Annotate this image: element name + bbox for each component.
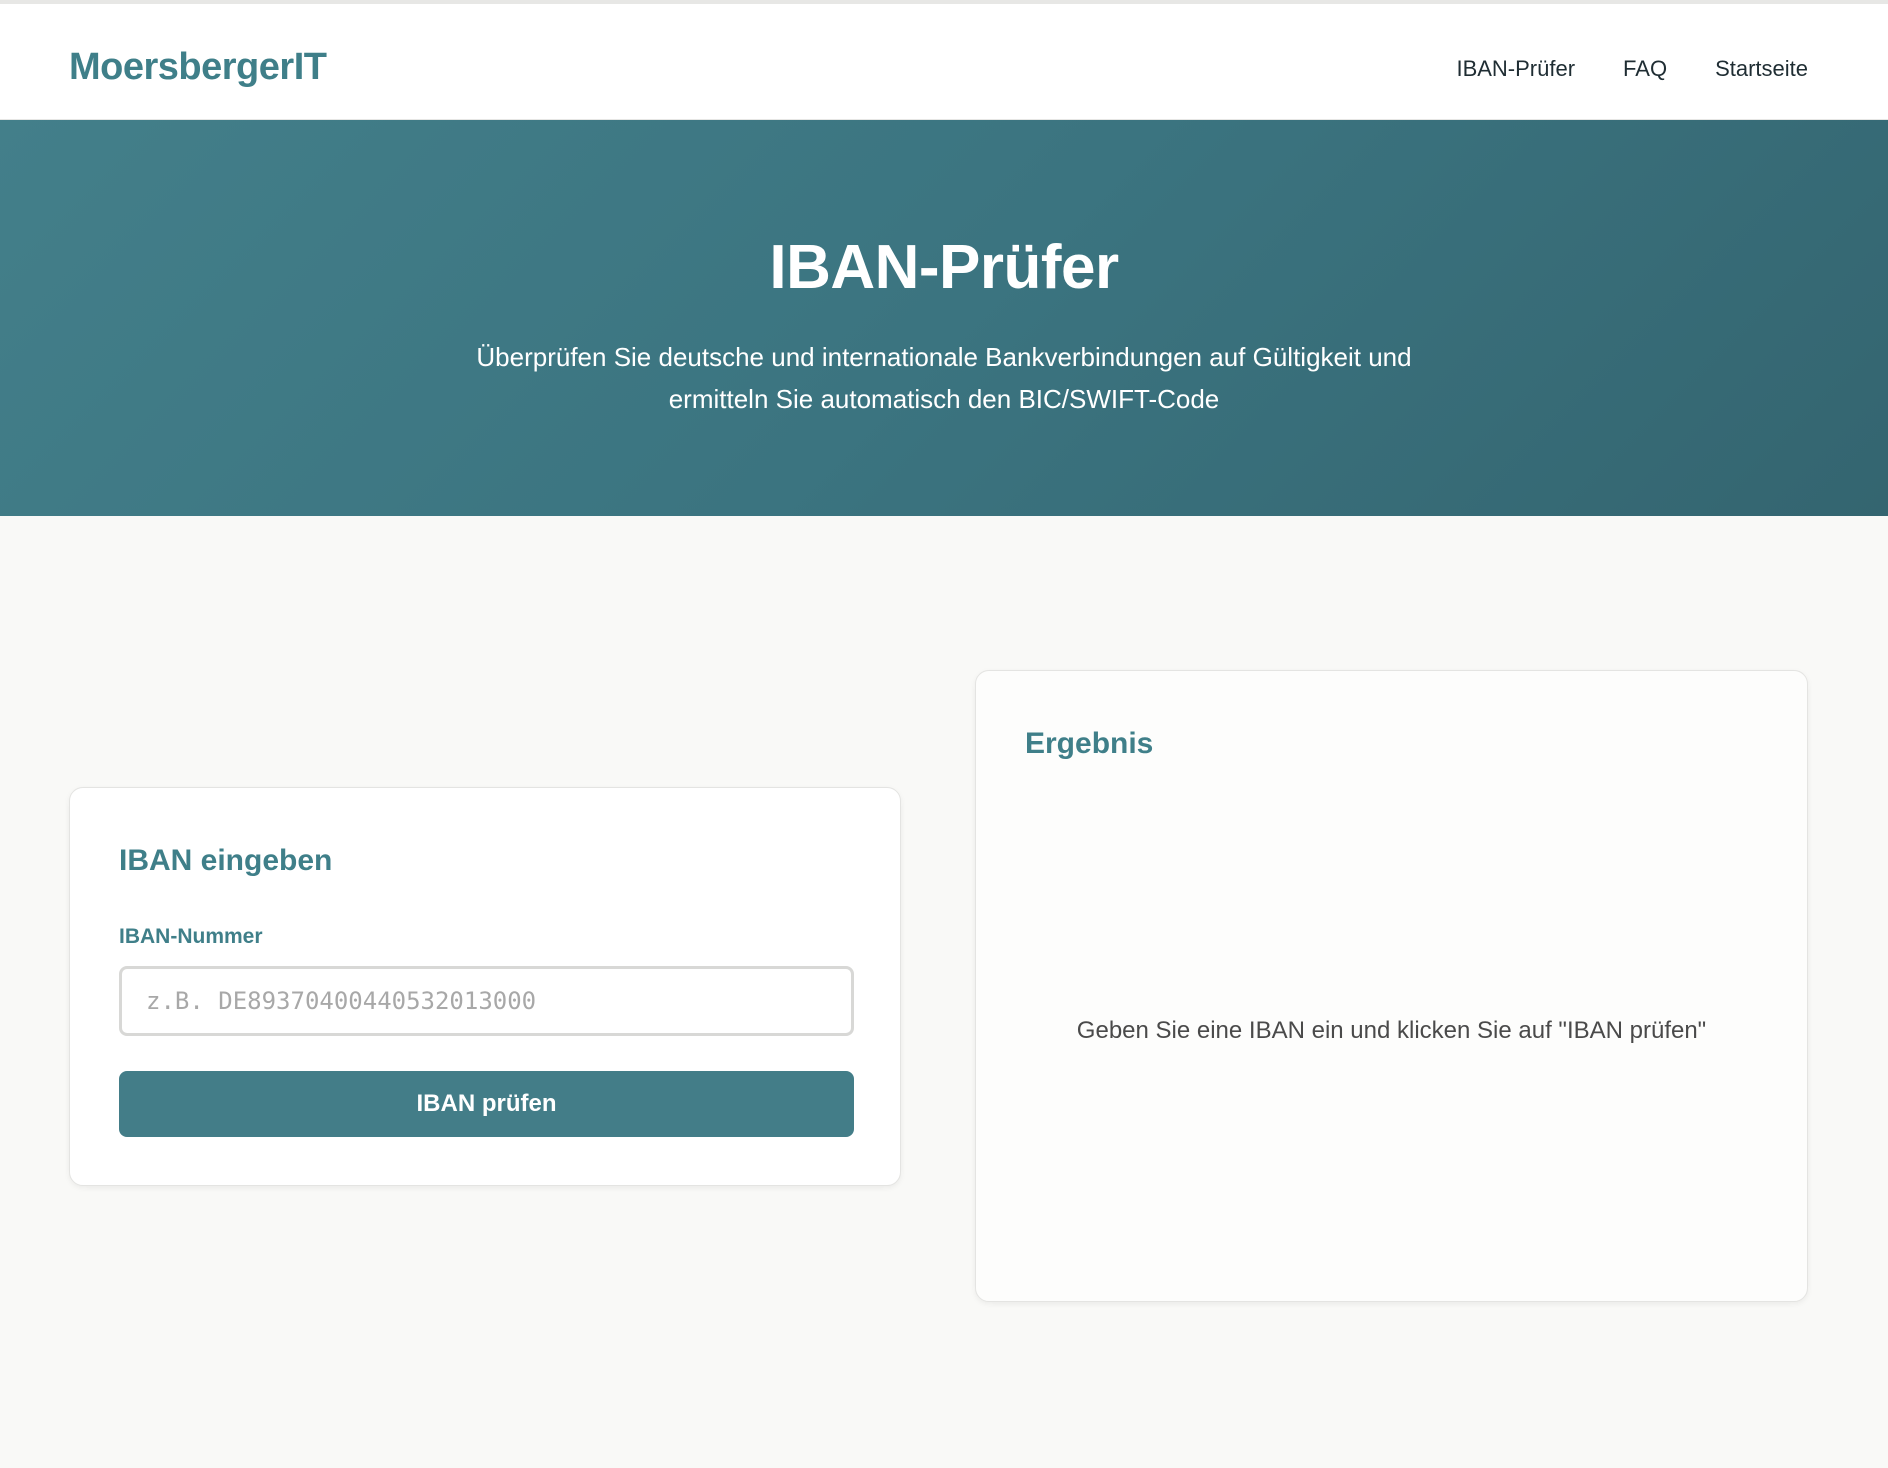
- main-nav: IBAN-Prüfer FAQ Startseite: [1456, 56, 1808, 82]
- nav-link-iban-pruefer[interactable]: IBAN-Prüfer: [1456, 56, 1575, 82]
- result-card-title: Ergebnis: [1025, 727, 1154, 760]
- iban-input-card: IBAN eingeben IBAN-Nummer IBAN prüfen: [69, 787, 901, 1186]
- hero-subtitle: Überprüfen Sie deutsche und internationa…: [476, 342, 1412, 414]
- hero-banner: IBAN-Prüfer Überprüfen Sie deutsche und …: [0, 120, 1888, 516]
- iban-input[interactable]: [119, 966, 854, 1036]
- input-card-title: IBAN eingeben: [119, 844, 333, 877]
- result-placeholder-text: Geben Sie eine IBAN ein und klicken Sie …: [1076, 1017, 1707, 1044]
- brand-logo-link[interactable]: MoersbergerIT: [69, 46, 327, 89]
- check-iban-button[interactable]: IBAN prüfen: [119, 1071, 854, 1137]
- top-navigation-bar: MoersbergerIT IBAN-Prüfer FAQ Startseite: [0, 4, 1888, 120]
- nav-link-startseite[interactable]: Startseite: [1715, 56, 1808, 82]
- result-card: Ergebnis Geben Sie eine IBAN ein und kli…: [975, 670, 1808, 1302]
- nav-link-faq[interactable]: FAQ: [1623, 56, 1667, 82]
- iban-field-label: IBAN-Nummer: [119, 925, 263, 948]
- hero-title: IBAN-Prüfer: [769, 233, 1119, 302]
